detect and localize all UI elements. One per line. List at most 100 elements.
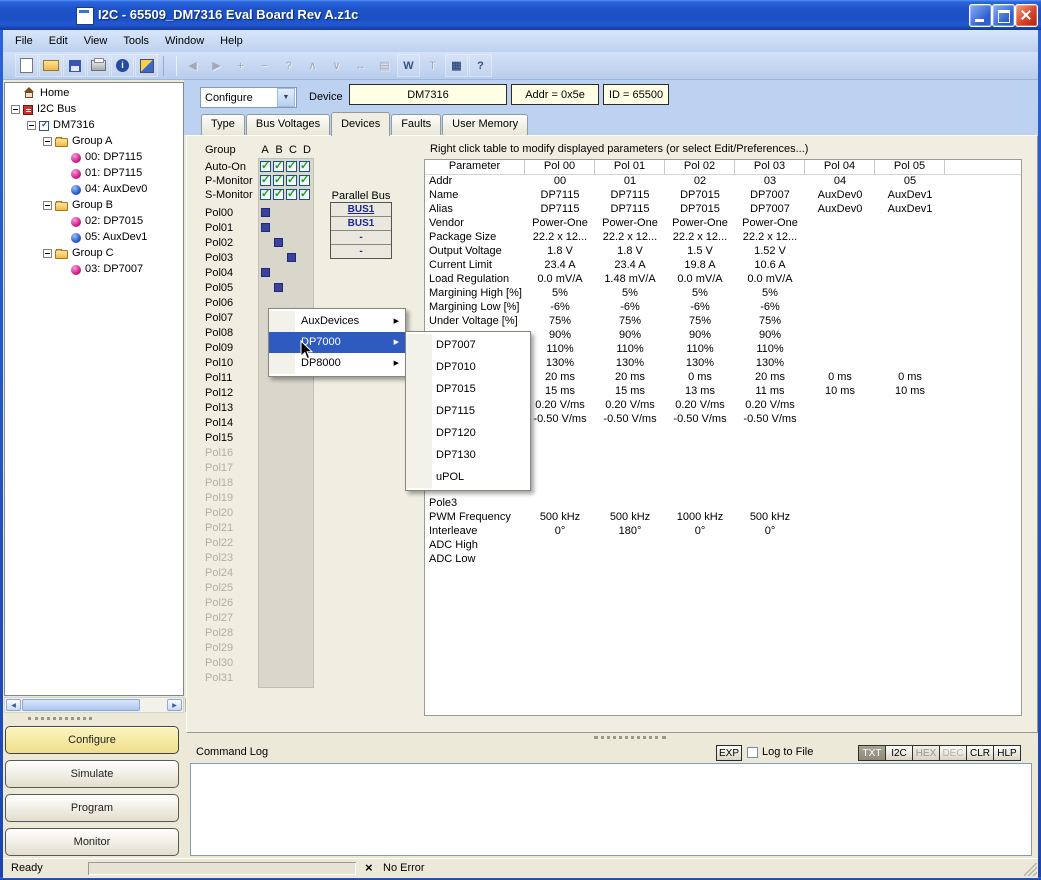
tree-expander[interactable]	[27, 121, 36, 130]
param-value[interactable]: 1.52 V	[735, 245, 805, 259]
assignment-cell-pol03[interactable]	[287, 253, 296, 262]
command-log-output[interactable]	[190, 763, 1032, 856]
param-value[interactable]: 22.2 x 12...	[665, 231, 735, 245]
checkbox-p-monitor-d[interactable]: ✓	[299, 175, 310, 186]
param-value[interactable]: AuxDev0	[805, 189, 875, 203]
param-value[interactable]	[875, 497, 945, 511]
param-value[interactable]: 19.8 A	[665, 259, 735, 273]
param-value[interactable]	[665, 539, 735, 553]
param-value[interactable]	[805, 231, 875, 245]
param-value[interactable]	[525, 539, 595, 553]
param-value[interactable]: 23.4 A	[595, 259, 665, 273]
tree-item-group-b[interactable]: Group B	[5, 197, 183, 213]
param-value[interactable]	[875, 483, 945, 497]
param-value[interactable]: 22.2 x 12...	[525, 231, 595, 245]
param-value[interactable]: 01	[595, 175, 665, 189]
tree-expander[interactable]	[43, 201, 52, 210]
tree-item-05-auxdev1[interactable]: 05: AuxDev1	[5, 229, 183, 245]
param-value[interactable]: 0.20 V/ms	[735, 399, 805, 413]
param-value[interactable]: 15 ms	[525, 385, 595, 399]
param-value[interactable]	[735, 539, 805, 553]
param-value[interactable]	[805, 511, 875, 525]
param-value[interactable]	[735, 553, 805, 567]
param-value[interactable]: 75%	[595, 315, 665, 329]
param-value[interactable]	[805, 343, 875, 357]
scroll-left-icon[interactable]: ◀	[6, 699, 21, 711]
checkbox-s-monitor-a[interactable]: ✓	[260, 189, 271, 200]
param-value[interactable]: 00	[525, 175, 595, 189]
tree-item-i2c-bus[interactable]: I2C Bus	[5, 101, 183, 117]
scroll-right-icon[interactable]: ▶	[167, 699, 182, 711]
nav-monitor-button[interactable]: Monitor	[5, 828, 179, 856]
tree-item-dm7316[interactable]: DM7316	[5, 117, 183, 133]
param-value[interactable]: DP7115	[525, 189, 595, 203]
param-value[interactable]	[875, 343, 945, 357]
param-value[interactable]: 02	[665, 175, 735, 189]
param-value[interactable]: AuxDev0	[805, 203, 875, 217]
param-value[interactable]: 130%	[525, 357, 595, 371]
param-value[interactable]: 13 ms	[665, 385, 735, 399]
menu-tools[interactable]: Tools	[115, 31, 157, 52]
tab-user-memory[interactable]: User Memory	[442, 114, 528, 135]
submenu-item-dp7120[interactable]: DP7120	[406, 422, 530, 444]
param-value[interactable]	[525, 427, 595, 441]
param-value[interactable]	[735, 441, 805, 455]
param-value[interactable]	[805, 427, 875, 441]
param-value[interactable]: 0.20 V/ms	[665, 399, 735, 413]
param-value[interactable]: 03	[735, 175, 805, 189]
param-value[interactable]: 22.2 x 12...	[595, 231, 665, 245]
format-hex-button[interactable]: HEX	[912, 745, 940, 761]
param-value[interactable]	[875, 511, 945, 525]
nav-configure-button[interactable]: Configure	[5, 726, 179, 754]
format-i2c-button[interactable]: I2C	[885, 745, 913, 761]
param-value[interactable]	[595, 455, 665, 469]
commandlog-splitter-handle[interactable]	[594, 736, 666, 739]
param-value[interactable]: DP7007	[735, 189, 805, 203]
submenu-item-upol[interactable]: uPOL	[406, 466, 530, 488]
tree-item-home[interactable]: Home	[5, 85, 183, 101]
param-value[interactable]	[875, 259, 945, 273]
maximize-button[interactable]	[992, 4, 1015, 27]
param-value[interactable]	[595, 497, 665, 511]
param-value[interactable]	[595, 441, 665, 455]
param-value[interactable]: DP7115	[525, 203, 595, 217]
param-value[interactable]	[805, 217, 875, 231]
tab-faults[interactable]: Faults	[391, 114, 441, 135]
info-icon[interactable]: i	[111, 54, 134, 77]
param-value[interactable]: Power-One	[525, 217, 595, 231]
tree-item-01-dp7115[interactable]: 01: DP7115	[5, 165, 183, 181]
param-value[interactable]: 110%	[525, 343, 595, 357]
param-value[interactable]	[665, 427, 735, 441]
param-value[interactable]	[525, 483, 595, 497]
param-value[interactable]	[665, 497, 735, 511]
param-value[interactable]: 0.20 V/ms	[595, 399, 665, 413]
param-value[interactable]	[805, 273, 875, 287]
checkbox-auto-on-d[interactable]: ✓	[299, 161, 310, 172]
param-value[interactable]: DP7015	[665, 189, 735, 203]
param-value[interactable]	[805, 553, 875, 567]
param-value[interactable]	[805, 301, 875, 315]
param-value[interactable]: -6%	[595, 301, 665, 315]
param-value[interactable]: 500 kHz	[735, 511, 805, 525]
parallel-bus-cell[interactable]: -	[331, 244, 391, 258]
param-value[interactable]: 11 ms	[735, 385, 805, 399]
mode-select[interactable]: Configure ▼	[200, 87, 297, 108]
submenu-item-dp7015[interactable]: DP7015	[406, 378, 530, 400]
combo-dropdown-icon[interactable]: ▼	[277, 88, 295, 107]
param-value[interactable]	[665, 455, 735, 469]
checkbox-auto-on-a[interactable]: ✓	[260, 161, 271, 172]
new-file-icon[interactable]	[15, 54, 38, 77]
param-value[interactable]: 0°	[525, 525, 595, 539]
param-value[interactable]: -6%	[525, 301, 595, 315]
param-value[interactable]	[665, 553, 735, 567]
param-value[interactable]: 5%	[525, 287, 595, 301]
param-value[interactable]: 1.8 V	[525, 245, 595, 259]
assignment-cell-pol05[interactable]	[274, 283, 283, 292]
help-icon[interactable]: ?	[469, 54, 492, 77]
tree-expander[interactable]	[43, 137, 52, 146]
param-value[interactable]	[735, 427, 805, 441]
nav-simulate-button[interactable]: Simulate	[5, 760, 179, 788]
checkbox-p-monitor-c[interactable]: ✓	[286, 175, 297, 186]
parallel-bus-cell[interactable]: BUS1	[331, 216, 391, 230]
param-value[interactable]	[805, 525, 875, 539]
